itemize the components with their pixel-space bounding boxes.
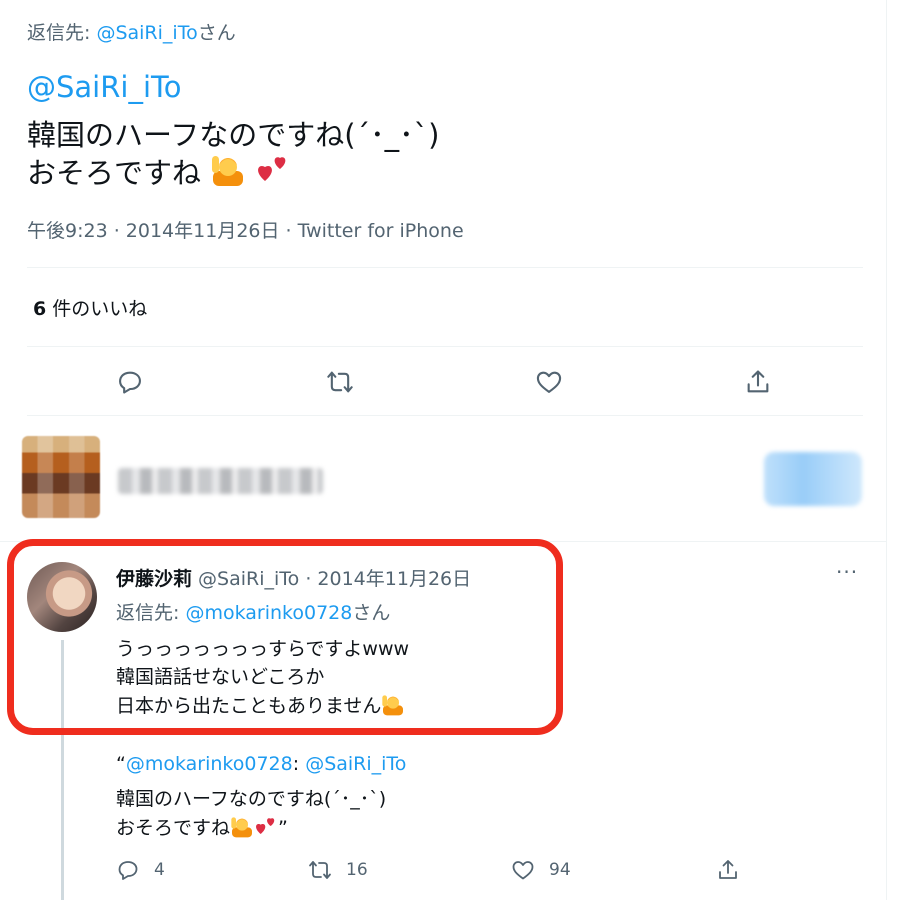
divider: [27, 346, 863, 347]
reply-count: 4: [154, 860, 165, 880]
likes-label: 件のいいね: [52, 298, 148, 320]
replying-to-suffix: さん: [197, 22, 236, 44]
replying-to-handle-link[interactable]: @SaiRi_iTo: [96, 22, 197, 44]
column-border: [886, 0, 887, 900]
reply-author: 伊藤沙莉 @SaiRi_iTo · 2014年11月26日: [116, 564, 471, 591]
raising-hand-emoji: [231, 817, 253, 838]
replying-to-suffix: さん: [352, 602, 391, 624]
quote-mention-link[interactable]: @mokarinko0728: [126, 753, 293, 775]
raising-hand-emoji: [212, 156, 244, 186]
raising-hand-emoji: [382, 695, 404, 716]
quote-open: “: [116, 753, 126, 775]
reply-text-line-1: うっっっっっっっすらですよwww: [116, 638, 410, 660]
quote-line-3: おそろですね ”: [116, 813, 288, 840]
tweet-timestamp[interactable]: 午後9:23 · 2014年11月26日 · Twitter for iPhon…: [27, 216, 464, 243]
like-icon: [536, 371, 562, 393]
quote-line-2: 韓国のハーフなのですね(´･_･`): [116, 788, 387, 810]
tweet-text-line-2-text: おそろですね: [27, 156, 202, 190]
reply-text-line-2: 韓国語話せないどころか: [116, 666, 325, 688]
retweet-count: 16: [346, 860, 368, 880]
replying-to-label: 返信先:: [116, 602, 186, 624]
quote-line-3-text: おそろですね: [116, 817, 231, 839]
like-icon: [512, 861, 534, 880]
quote-line-1: “@mokarinko0728: @SaiRi_iTo: [116, 753, 406, 775]
quote-colon: :: [292, 753, 306, 775]
like-button[interactable]: [531, 364, 567, 400]
author-display-name[interactable]: 伊藤沙莉: [116, 568, 192, 590]
share-icon: [719, 860, 737, 879]
replying-to-handle-link[interactable]: @mokarinko0728: [185, 602, 352, 624]
blurred-follow-button[interactable]: [764, 452, 862, 506]
author-handle-date[interactable]: @SaiRi_iTo · 2014年11月26日: [192, 568, 471, 590]
reply-icon: [119, 371, 141, 394]
retweet-count-button[interactable]: 16: [308, 858, 368, 882]
share-button[interactable]: [740, 364, 776, 400]
retweet-button[interactable]: [322, 364, 358, 400]
two-hearts-emoji: [256, 818, 275, 834]
divider: [27, 267, 863, 268]
like-count-button[interactable]: 94: [511, 858, 571, 882]
tweet-text-line-2: おそろですね: [27, 150, 291, 192]
two-hearts-emoji: [258, 157, 286, 181]
tweet-text-line-1: 韓国のハーフなのですね(´･_･`): [27, 118, 440, 152]
tweet-mention-link[interactable]: @SaiRi_iTo: [27, 70, 182, 104]
blurred-username: [118, 468, 323, 494]
divider: [27, 415, 863, 416]
replying-to: 返信先: @SaiRi_iToさん: [27, 18, 236, 45]
reply-count-button[interactable]: 4: [116, 858, 165, 882]
reply-icon: [118, 861, 138, 880]
blurred-avatar: [22, 436, 100, 518]
likes-summary[interactable]: 6 件のいいね: [33, 294, 147, 321]
replying-to-label: 返信先:: [27, 22, 97, 44]
share-icon: [747, 370, 769, 393]
quote-close: ”: [278, 817, 288, 839]
more-options-button[interactable]: ···: [836, 560, 858, 584]
reply-text-line-3: 日本から出たこともありません: [116, 691, 405, 718]
retweet-icon: [327, 371, 353, 393]
reply-text-line-3-text: 日本から出たこともありません: [116, 695, 382, 717]
share-tweet-button[interactable]: [716, 858, 754, 882]
reply-button[interactable]: [112, 364, 148, 400]
quote-mention-link[interactable]: @SaiRi_iTo: [305, 753, 406, 775]
reply-replying-to: 返信先: @mokarinko0728さん: [116, 598, 390, 625]
retweet-icon: [309, 861, 331, 879]
like-count: 94: [549, 860, 571, 880]
likes-count: 6: [33, 298, 47, 320]
